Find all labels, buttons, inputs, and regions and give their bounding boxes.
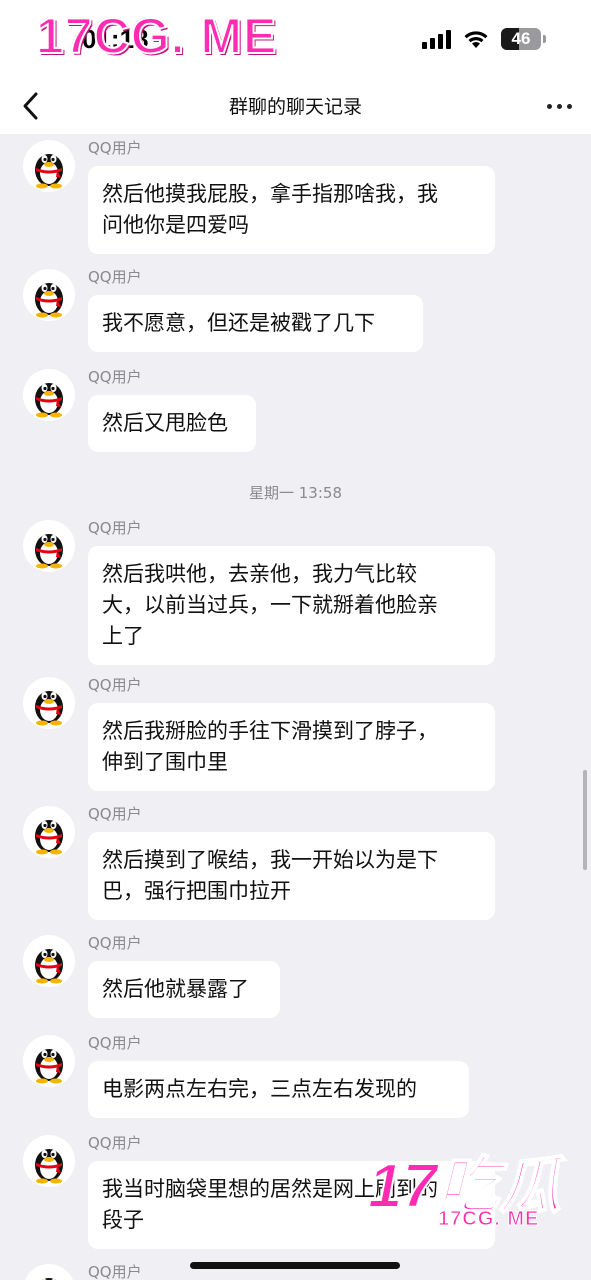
status-icons: 46 (422, 28, 546, 50)
sender-name: QQ用户 (88, 1134, 142, 1152)
chat-history[interactable]: QQ用户 然后他摸我屁股，拿手指那啥我，我 问他你是四爱吗 QQ用户 我不愿意，… (0, 134, 591, 1280)
signal-icon (422, 29, 451, 49)
message-bubble[interactable]: 电影两点左右完，三点左右发现的 (88, 1061, 469, 1118)
qq-penguin-icon (23, 520, 75, 572)
avatar[interactable] (23, 1135, 75, 1187)
qq-penguin-icon (23, 1035, 75, 1087)
avatar[interactable] (23, 269, 75, 321)
battery-level: 46 (511, 29, 531, 48)
sender-name: QQ用户 (88, 934, 142, 952)
watermark-logo-top: 17CG. ME (35, 7, 278, 65)
avatar[interactable] (23, 140, 75, 192)
qq-penguin-icon (23, 677, 75, 729)
ellipsis-icon (546, 103, 552, 109)
qq-penguin-icon (25, 1264, 73, 1280)
avatar[interactable] (23, 369, 75, 421)
qq-penguin-icon (23, 269, 75, 321)
more-button[interactable] (543, 90, 575, 122)
avatar[interactable] (23, 520, 75, 572)
avatar[interactable] (23, 677, 75, 729)
message-bubble[interactable]: 我不愿意，但还是被戳了几下 (88, 295, 423, 352)
qq-penguin-icon (23, 369, 75, 421)
wifi-icon (464, 31, 488, 48)
status-bar: 01:18 17CG. ME 46 (0, 0, 591, 78)
message-bubble[interactable]: 然后他摸我屁股，拿手指那啥我，我 问他你是四爱吗 (88, 166, 495, 254)
sender-name: QQ用户 (88, 368, 142, 386)
battery-icon: 46 (501, 28, 546, 50)
avatar[interactable] (23, 1264, 75, 1280)
message-bubble[interactable]: 然后摸到了喉结，我一开始以为是下 巴，强行把围巾拉开 (88, 832, 495, 920)
nav-bar: 群聊的聊天记录 (0, 78, 591, 134)
sender-name: QQ用户 (88, 519, 142, 537)
scrollbar[interactable] (583, 770, 587, 870)
message-bubble[interactable]: 然后又甩脸色 (88, 395, 256, 452)
message-bubble[interactable]: 然后我哄他，去亲他，我力气比较 大，以前当过兵，一下就掰着他脸亲 上了 (88, 546, 495, 665)
qq-penguin-icon (23, 1135, 75, 1187)
home-indicator[interactable] (190, 1262, 400, 1269)
sender-name: QQ用户 (88, 139, 142, 157)
timestamp: 星期一 13:58 (249, 484, 342, 502)
watermark-logo-bottom: 17吃瓜 17CG. ME (367, 1151, 568, 1238)
qq-penguin-icon (23, 140, 75, 192)
qq-penguin-icon (23, 806, 75, 858)
avatar[interactable] (23, 1035, 75, 1087)
avatar[interactable] (23, 935, 75, 987)
message-bubble[interactable]: 然后我掰脸的手往下滑摸到了脖子， 伸到了围巾里 (88, 703, 495, 791)
message-bubble[interactable]: 然后他就暴露了 (88, 961, 280, 1018)
sender-name: QQ用户 (88, 268, 142, 286)
qq-penguin-icon (23, 935, 75, 987)
sender-name: QQ用户 (88, 676, 142, 694)
watermark-small-text: 17CG. ME (437, 1208, 540, 1231)
sender-name: QQ用户 (88, 805, 142, 823)
sender-name: QQ用户 (88, 1034, 142, 1052)
page-title: 群聊的聊天记录 (228, 96, 362, 118)
avatar[interactable] (23, 806, 75, 858)
sender-name: QQ用户 (88, 1263, 142, 1280)
